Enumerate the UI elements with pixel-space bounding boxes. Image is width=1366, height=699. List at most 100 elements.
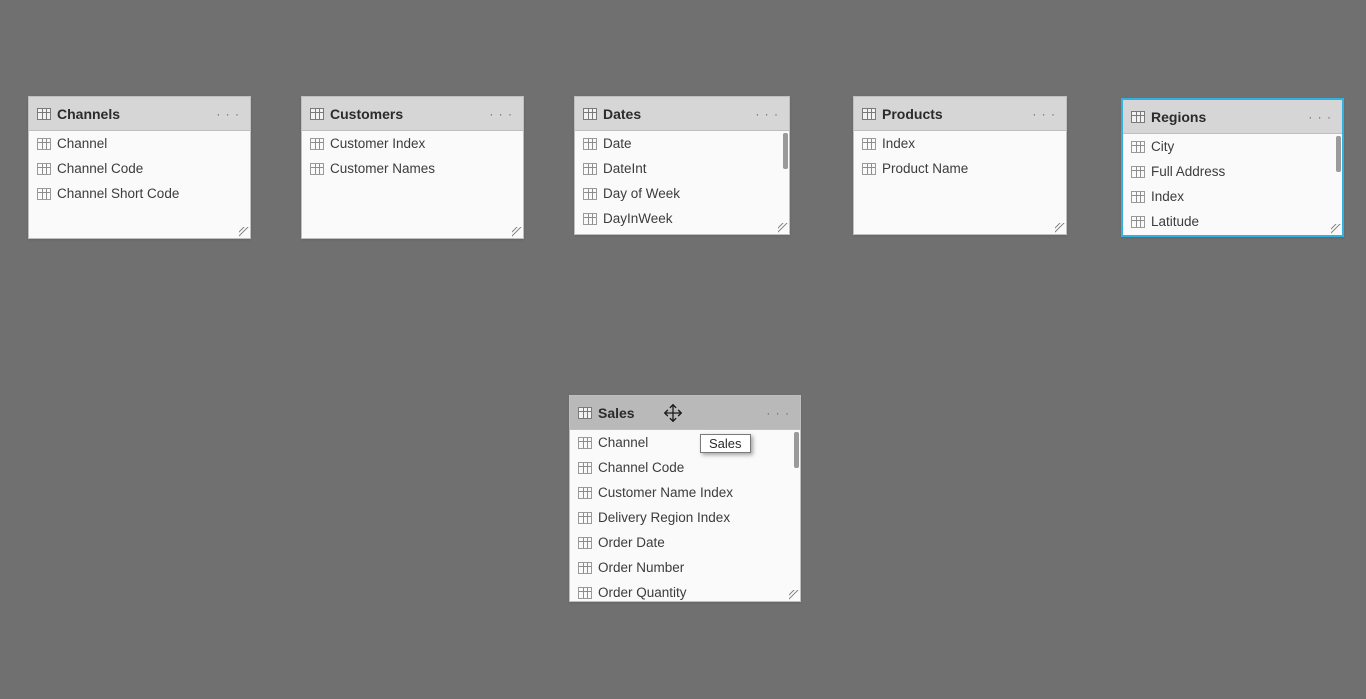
field-row[interactable]: Order Number — [570, 555, 800, 580]
scrollbar-thumb[interactable] — [1336, 136, 1341, 172]
field-label: Channel Short Code — [57, 186, 179, 201]
column-icon — [310, 138, 324, 150]
table-icon — [1131, 111, 1145, 123]
field-list[interactable]: Channel Channel Code Channel Short Code — [29, 131, 250, 240]
field-row[interactable]: Customer Index — [302, 131, 523, 156]
table-icon — [37, 108, 51, 120]
resize-grip-icon[interactable] — [1331, 224, 1341, 234]
resize-grip-icon[interactable] — [1055, 223, 1065, 233]
table-title: Dates — [603, 106, 753, 122]
field-label: Channel — [598, 435, 648, 450]
table-header-regions[interactable]: Regions· · · — [1123, 100, 1342, 134]
field-label: DateInt — [603, 161, 647, 176]
column-icon — [578, 587, 592, 599]
table-title: Products — [882, 106, 1030, 122]
column-icon — [37, 163, 51, 175]
column-icon — [583, 188, 597, 200]
field-label: Customer Index — [330, 136, 425, 151]
column-icon — [37, 188, 51, 200]
field-label: Day of Week — [603, 186, 680, 201]
table-header-sales[interactable]: Sales· · · — [570, 396, 800, 430]
field-row[interactable]: Customer Names — [302, 156, 523, 181]
field-list[interactable]: Date DateInt Day of Week DayInWeek — [575, 131, 789, 236]
table-title: Regions — [1151, 109, 1306, 125]
table-icon — [862, 108, 876, 120]
field-row[interactable]: Order Quantity — [570, 580, 800, 603]
field-row[interactable]: Full Address — [1123, 159, 1342, 184]
field-label: Order Quantity — [598, 585, 687, 600]
scrollbar-thumb[interactable] — [794, 432, 799, 468]
column-icon — [578, 537, 592, 549]
field-row[interactable]: Latitude — [1123, 209, 1342, 234]
drag-tooltip: Sales — [700, 434, 751, 453]
field-row[interactable]: Channel Code — [570, 455, 800, 480]
field-list[interactable]: Index Product Name — [854, 131, 1066, 236]
table-icon — [583, 108, 597, 120]
scrollbar-thumb[interactable] — [783, 133, 788, 169]
resize-grip-icon[interactable] — [239, 227, 249, 237]
field-label: Customer Name Index — [598, 485, 733, 500]
field-row[interactable]: Date — [575, 131, 789, 156]
field-row[interactable]: DayInWeek — [575, 206, 789, 231]
field-label: Index — [1151, 189, 1184, 204]
column-icon — [578, 562, 592, 574]
field-row[interactable]: Channel Code — [29, 156, 250, 181]
table-header-customers[interactable]: Customers· · · — [302, 97, 523, 131]
field-label: Delivery Region Index — [598, 510, 730, 525]
more-options-icon[interactable]: · · · — [764, 406, 792, 420]
more-options-icon[interactable]: · · · — [487, 107, 515, 121]
field-label: DayInWeek — [603, 211, 673, 226]
resize-grip-icon[interactable] — [512, 227, 522, 237]
more-options-icon[interactable]: · · · — [753, 107, 781, 121]
field-row[interactable]: Channel — [29, 131, 250, 156]
field-row[interactable]: Delivery Region Index — [570, 505, 800, 530]
field-label: Channel — [57, 136, 107, 151]
table-header-channels[interactable]: Channels· · · — [29, 97, 250, 131]
resize-grip-icon[interactable] — [778, 223, 788, 233]
table-card-products[interactable]: Products· · · Index Product Name — [853, 96, 1067, 235]
field-label: Product Name — [882, 161, 968, 176]
field-row[interactable]: Order Date — [570, 530, 800, 555]
field-label: Date — [603, 136, 632, 151]
field-row[interactable]: Customer Name Index — [570, 480, 800, 505]
more-options-icon[interactable]: · · · — [1306, 110, 1334, 124]
field-row[interactable]: DateInt — [575, 156, 789, 181]
table-title: Channels — [57, 106, 214, 122]
field-row[interactable]: Index — [854, 131, 1066, 156]
field-label: Full Address — [1151, 164, 1225, 179]
field-row[interactable]: Channel Short Code — [29, 181, 250, 206]
column-icon — [578, 462, 592, 474]
table-card-regions[interactable]: Regions· · · City Full Address Index Latitud… — [1121, 98, 1344, 237]
table-header-dates[interactable]: Dates· · · — [575, 97, 789, 131]
table-card-sales[interactable]: Sales· · ·ChannelChannel CodeCustomer Na… — [569, 395, 801, 602]
table-card-dates[interactable]: Dates· · · Date DateInt Day of Week DayInWee… — [574, 96, 790, 235]
field-row[interactable]: Index — [1123, 184, 1342, 209]
table-title: Customers — [330, 106, 487, 122]
field-label: Customer Names — [330, 161, 435, 176]
table-header-products[interactable]: Products· · · — [854, 97, 1066, 131]
column-icon — [578, 512, 592, 524]
field-list[interactable]: Channel Channel Code Customer Name Index De… — [570, 430, 800, 603]
table-card-channels[interactable]: Channels· · ·ChannelChannel CodeChannel … — [28, 96, 251, 239]
column-icon — [862, 163, 876, 175]
field-list[interactable]: City Full Address Index Latitude — [1123, 134, 1342, 239]
field-label: City — [1151, 139, 1174, 154]
column-icon — [1131, 216, 1145, 228]
resize-grip-icon[interactable] — [789, 590, 799, 600]
field-list[interactable]: Customer Index Customer Names — [302, 131, 523, 240]
table-icon — [310, 108, 324, 120]
column-icon — [583, 163, 597, 175]
field-label: Index — [882, 136, 915, 151]
column-icon — [583, 213, 597, 225]
field-label: Channel Code — [57, 161, 143, 176]
column-icon — [37, 138, 51, 150]
table-card-customers[interactable]: Customers· · · Customer Index Customer Nam… — [301, 96, 524, 239]
field-row[interactable]: City — [1123, 134, 1342, 159]
field-row[interactable]: Product Name — [854, 156, 1066, 181]
more-options-icon[interactable]: · · · — [1030, 107, 1058, 121]
more-options-icon[interactable]: · · · — [214, 107, 242, 121]
tooltip-label: Sales — [709, 436, 742, 451]
table-title: Sales — [598, 405, 764, 421]
field-row[interactable]: Channel — [570, 430, 800, 455]
field-row[interactable]: Day of Week — [575, 181, 789, 206]
